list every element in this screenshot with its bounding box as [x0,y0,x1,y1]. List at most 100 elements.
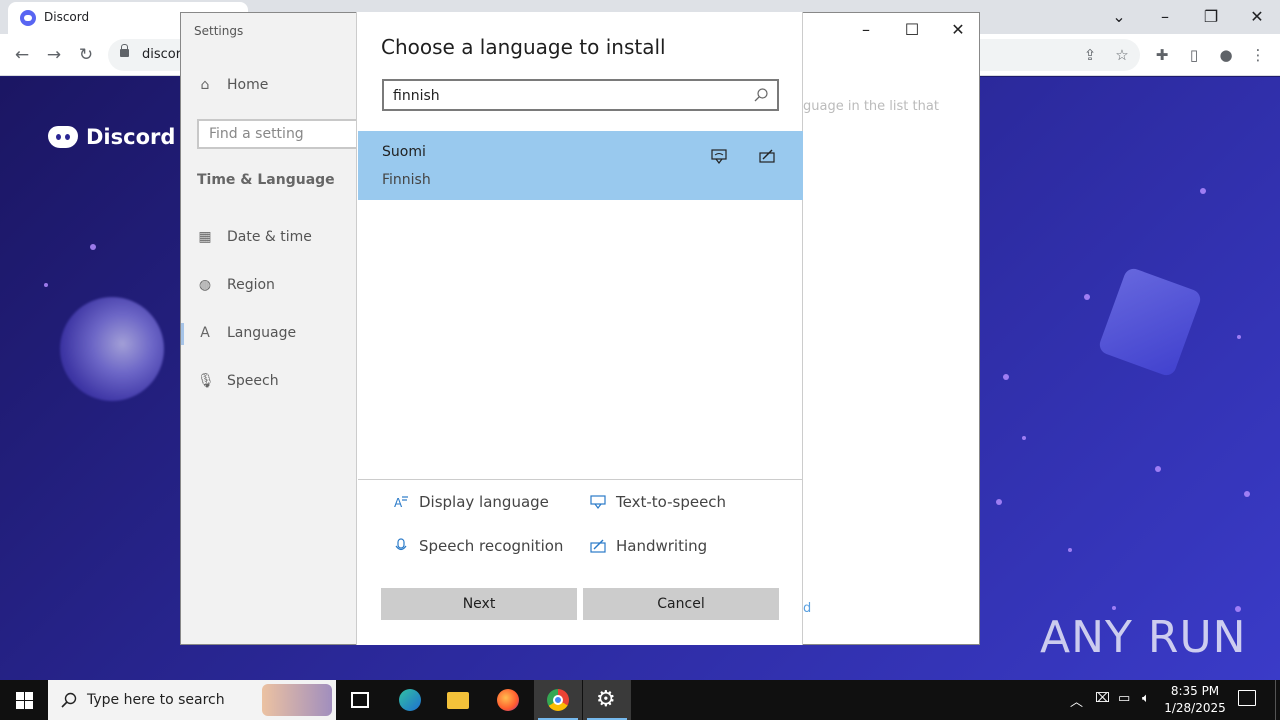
find-setting-input[interactable]: Find a setting [197,119,367,149]
sidebar-item-home[interactable]: ⌂ Home [197,77,269,93]
taskbar-chrome[interactable] [534,680,582,720]
microphone-icon [395,538,407,551]
taskbar-search-placeholder: Type here to search [87,692,225,708]
language-search-input[interactable] [393,86,743,106]
decorative-star [1200,188,1206,194]
text-to-speech-icon [590,495,606,509]
edge-icon [399,689,421,711]
decorative-star [1155,466,1161,472]
decorative-star [1237,335,1241,339]
volume-icon[interactable]: 🔈︎ [1142,691,1150,706]
language-icon: A [200,325,210,341]
handwriting-icon [590,539,606,553]
language-english-name: Finnish [382,172,431,188]
choose-language-dialog: Choose a language to install Suomi Finni… [356,12,803,645]
legend-speech-recognition: Speech recognition [393,537,563,555]
search-icon[interactable] [753,87,769,103]
tab-search-dropdown-icon[interactable]: ⌄ [1096,4,1142,30]
sidebar-item-date-time[interactable]: ▦ Date & time [197,229,312,245]
search-icon [61,692,77,708]
language-native-name: Suomi [382,144,426,160]
task-view-icon [351,692,369,708]
decorative-star [44,283,48,287]
taskbar-search-box[interactable]: Type here to search [48,680,336,720]
globe-icon: ◍ [198,277,212,293]
language-search-box[interactable] [382,79,779,111]
search-highlight-illustration [262,684,332,716]
background-description-text: guage in the list that [803,99,939,114]
forward-arrow-icon[interactable]: → [43,44,65,66]
taskbar-settings[interactable]: ⚙ [583,680,631,720]
sidebar-item-label: Home [227,77,269,93]
address-bar-url: discor [142,47,182,62]
dialog-title: Choose a language to install [381,35,666,59]
taskbar-edge[interactable] [386,680,434,720]
legend-label: Speech recognition [419,537,564,555]
share-icon[interactable]: ⇪ [1079,44,1101,66]
settings-sidebar: Settings ⌂ Home Find a setting Time & La… [181,13,367,644]
side-panel-icon[interactable]: ▯ [1183,44,1205,66]
window-minimize-button[interactable]: – [843,18,889,42]
decorative-star [1068,548,1072,552]
windows-logo-icon [16,692,24,700]
notification-icon[interactable] [1238,690,1256,706]
reload-icon[interactable]: ↻ [75,44,97,66]
discord-logo[interactable]: Discord [48,125,175,149]
extensions-puzzle-icon[interactable]: ✚ [1151,44,1173,66]
decorative-cube [1097,266,1203,378]
show-desktop-button[interactable] [1275,680,1276,720]
svg-text:A: A [394,496,403,510]
sidebar-item-speech[interactable]: 🎙︎ Speech [197,373,279,389]
clock-date[interactable]: 1/28/2025 [1160,701,1230,715]
microphone-icon: 🎙︎ [197,373,215,389]
background-link[interactable]: d [803,601,811,616]
legend-divider [358,479,803,480]
browser-restore-button[interactable]: ❐ [1188,4,1234,30]
decorative-star [996,499,1002,505]
task-view-button[interactable] [336,680,384,720]
sidebar-item-region[interactable]: ◍ Region [197,277,275,293]
browser-minimize-button[interactable]: – [1142,4,1188,30]
windows-taskbar: Type here to search ⚙ ︿ ⌧ ▭ 🔈︎ 8:35 PM 1… [0,680,1280,720]
taskbar-file-explorer[interactable] [434,680,482,720]
decorative-star [1022,436,1026,440]
browser-tab-title: Discord [44,10,90,24]
back-arrow-icon[interactable]: ← [11,44,33,66]
home-icon: ⌂ [200,77,210,93]
sidebar-item-label: Language [227,325,297,341]
legend-display-language: A Display language [393,493,549,511]
decorative-star [90,244,96,250]
sidebar-item-label: Date & time [227,229,312,245]
next-button[interactable]: Next [381,588,577,620]
text-to-speech-icon [711,149,727,164]
clock-time[interactable]: 8:35 PM [1160,684,1230,698]
legend-label: Text-to-speech [616,493,727,511]
profile-avatar-icon[interactable]: ● [1215,44,1237,66]
discord-favicon-icon [20,10,36,26]
decorative-star [1084,294,1090,300]
language-result-row[interactable]: Suomi Finnish [358,131,803,200]
window-maximize-button[interactable]: ☐ [889,18,935,42]
legend-label: Display language [419,493,549,511]
network-icon[interactable]: ▭ [1118,691,1130,706]
sidebar-item-label: Region [227,277,275,293]
bookmark-star-icon[interactable]: ☆ [1111,44,1133,66]
active-item-indicator [181,323,184,345]
sidebar-item-label: Speech [227,373,279,389]
decorative-orb [60,297,164,401]
browser-menu-icon[interactable]: ⋮ [1247,44,1269,66]
window-close-button[interactable]: ✕ [935,18,981,42]
start-button[interactable] [0,680,48,720]
folder-icon [447,692,469,709]
chevron-up-icon[interactable]: ︿ [1070,691,1083,710]
sidebar-item-language[interactable]: A Language [197,325,296,341]
display-language-icon: A [394,496,408,510]
browser-close-button[interactable]: ✕ [1234,4,1280,30]
discord-clyde-icon [48,126,78,148]
handwriting-icon [759,149,775,163]
discord-logo-text: Discord [86,125,176,149]
device-icon[interactable]: ⌧ [1095,691,1110,706]
legend-label: Handwriting [616,537,708,555]
cancel-button[interactable]: Cancel [583,588,779,620]
taskbar-firefox[interactable] [484,680,532,720]
